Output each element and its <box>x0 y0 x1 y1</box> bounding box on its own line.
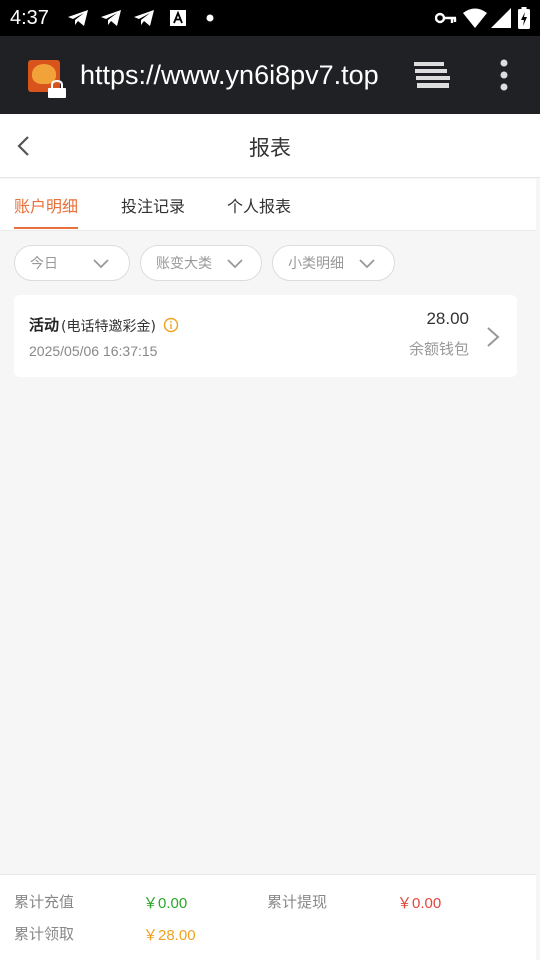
info-icon[interactable] <box>163 317 179 333</box>
dot-icon <box>204 8 216 28</box>
chevron-down-icon <box>359 259 375 269</box>
page-header: 报表 <box>0 114 540 178</box>
page-title: 报表 <box>249 136 291 160</box>
accessibility-a-icon <box>168 8 188 28</box>
lock-icon <box>46 79 68 98</box>
total-withdraw-value: ￥0.00 <box>397 895 442 912</box>
tab-bet-records[interactable]: 投注记录 <box>121 193 185 217</box>
chevron-right-icon <box>487 327 500 347</box>
chevron-down-icon <box>227 259 243 269</box>
summary-footer: 累计充值 ￥0.00 累计提现 ￥0.00 累计领取 ￥28.00 <box>0 874 536 960</box>
record-list-item[interactable]: 活动 (电话特邀彩金) 2025/05/06 16:37:15 28.00 余额… <box>14 295 517 377</box>
record-title: 活动 <box>29 316 60 334</box>
telegram-icon <box>99 8 123 28</box>
date-filter-label: 今日 <box>30 256 58 272</box>
signal-icon <box>490 8 512 28</box>
total-withdraw-label: 累计提现 <box>267 893 328 911</box>
total-deposit-value: ￥0.00 <box>143 895 188 912</box>
status-bar: 4:37 <box>0 0 540 36</box>
vpn-key-icon <box>434 8 458 28</box>
date-filter-dropdown[interactable]: 今日 <box>14 245 130 281</box>
tab-switcher-icon[interactable] <box>412 60 452 90</box>
category-filter-label: 账变大类 <box>156 256 212 272</box>
category-filter-dropdown[interactable]: 账变大类 <box>140 245 262 281</box>
record-date: 2025/05/06 16:37:15 <box>29 343 158 359</box>
record-wallet: 余额钱包 <box>408 340 469 358</box>
status-time: 4:37 <box>10 7 49 29</box>
record-subtitle: (电话特邀彩金) <box>61 319 156 335</box>
tab-account-details[interactable]: 账户明细 <box>14 193 78 217</box>
telegram-icon <box>66 8 90 28</box>
total-deposit-label: 累计充值 <box>14 893 75 911</box>
subcategory-filter-label: 小类明细 <box>288 256 344 272</box>
record-amount: 28.00 <box>426 309 469 328</box>
tab-bar: 账户明细 投注记录 个人报表 <box>0 179 536 231</box>
total-claim-value: ￥28.00 <box>143 927 196 944</box>
telegram-icon <box>132 8 156 28</box>
subcategory-filter-dropdown[interactable]: 小类明细 <box>272 245 395 281</box>
battery-charging-icon <box>516 7 532 29</box>
tab-personal-report[interactable]: 个人报表 <box>227 193 291 217</box>
active-tab-indicator <box>14 227 78 229</box>
chevron-down-icon <box>93 259 109 269</box>
url-bar[interactable]: https://www.yn6i8pv7.top <box>80 58 382 92</box>
wifi-icon <box>462 8 488 28</box>
total-claim-label: 累计领取 <box>14 925 75 943</box>
browser-toolbar: https://www.yn6i8pv7.top <box>0 36 540 114</box>
more-vert-icon[interactable] <box>494 58 514 92</box>
